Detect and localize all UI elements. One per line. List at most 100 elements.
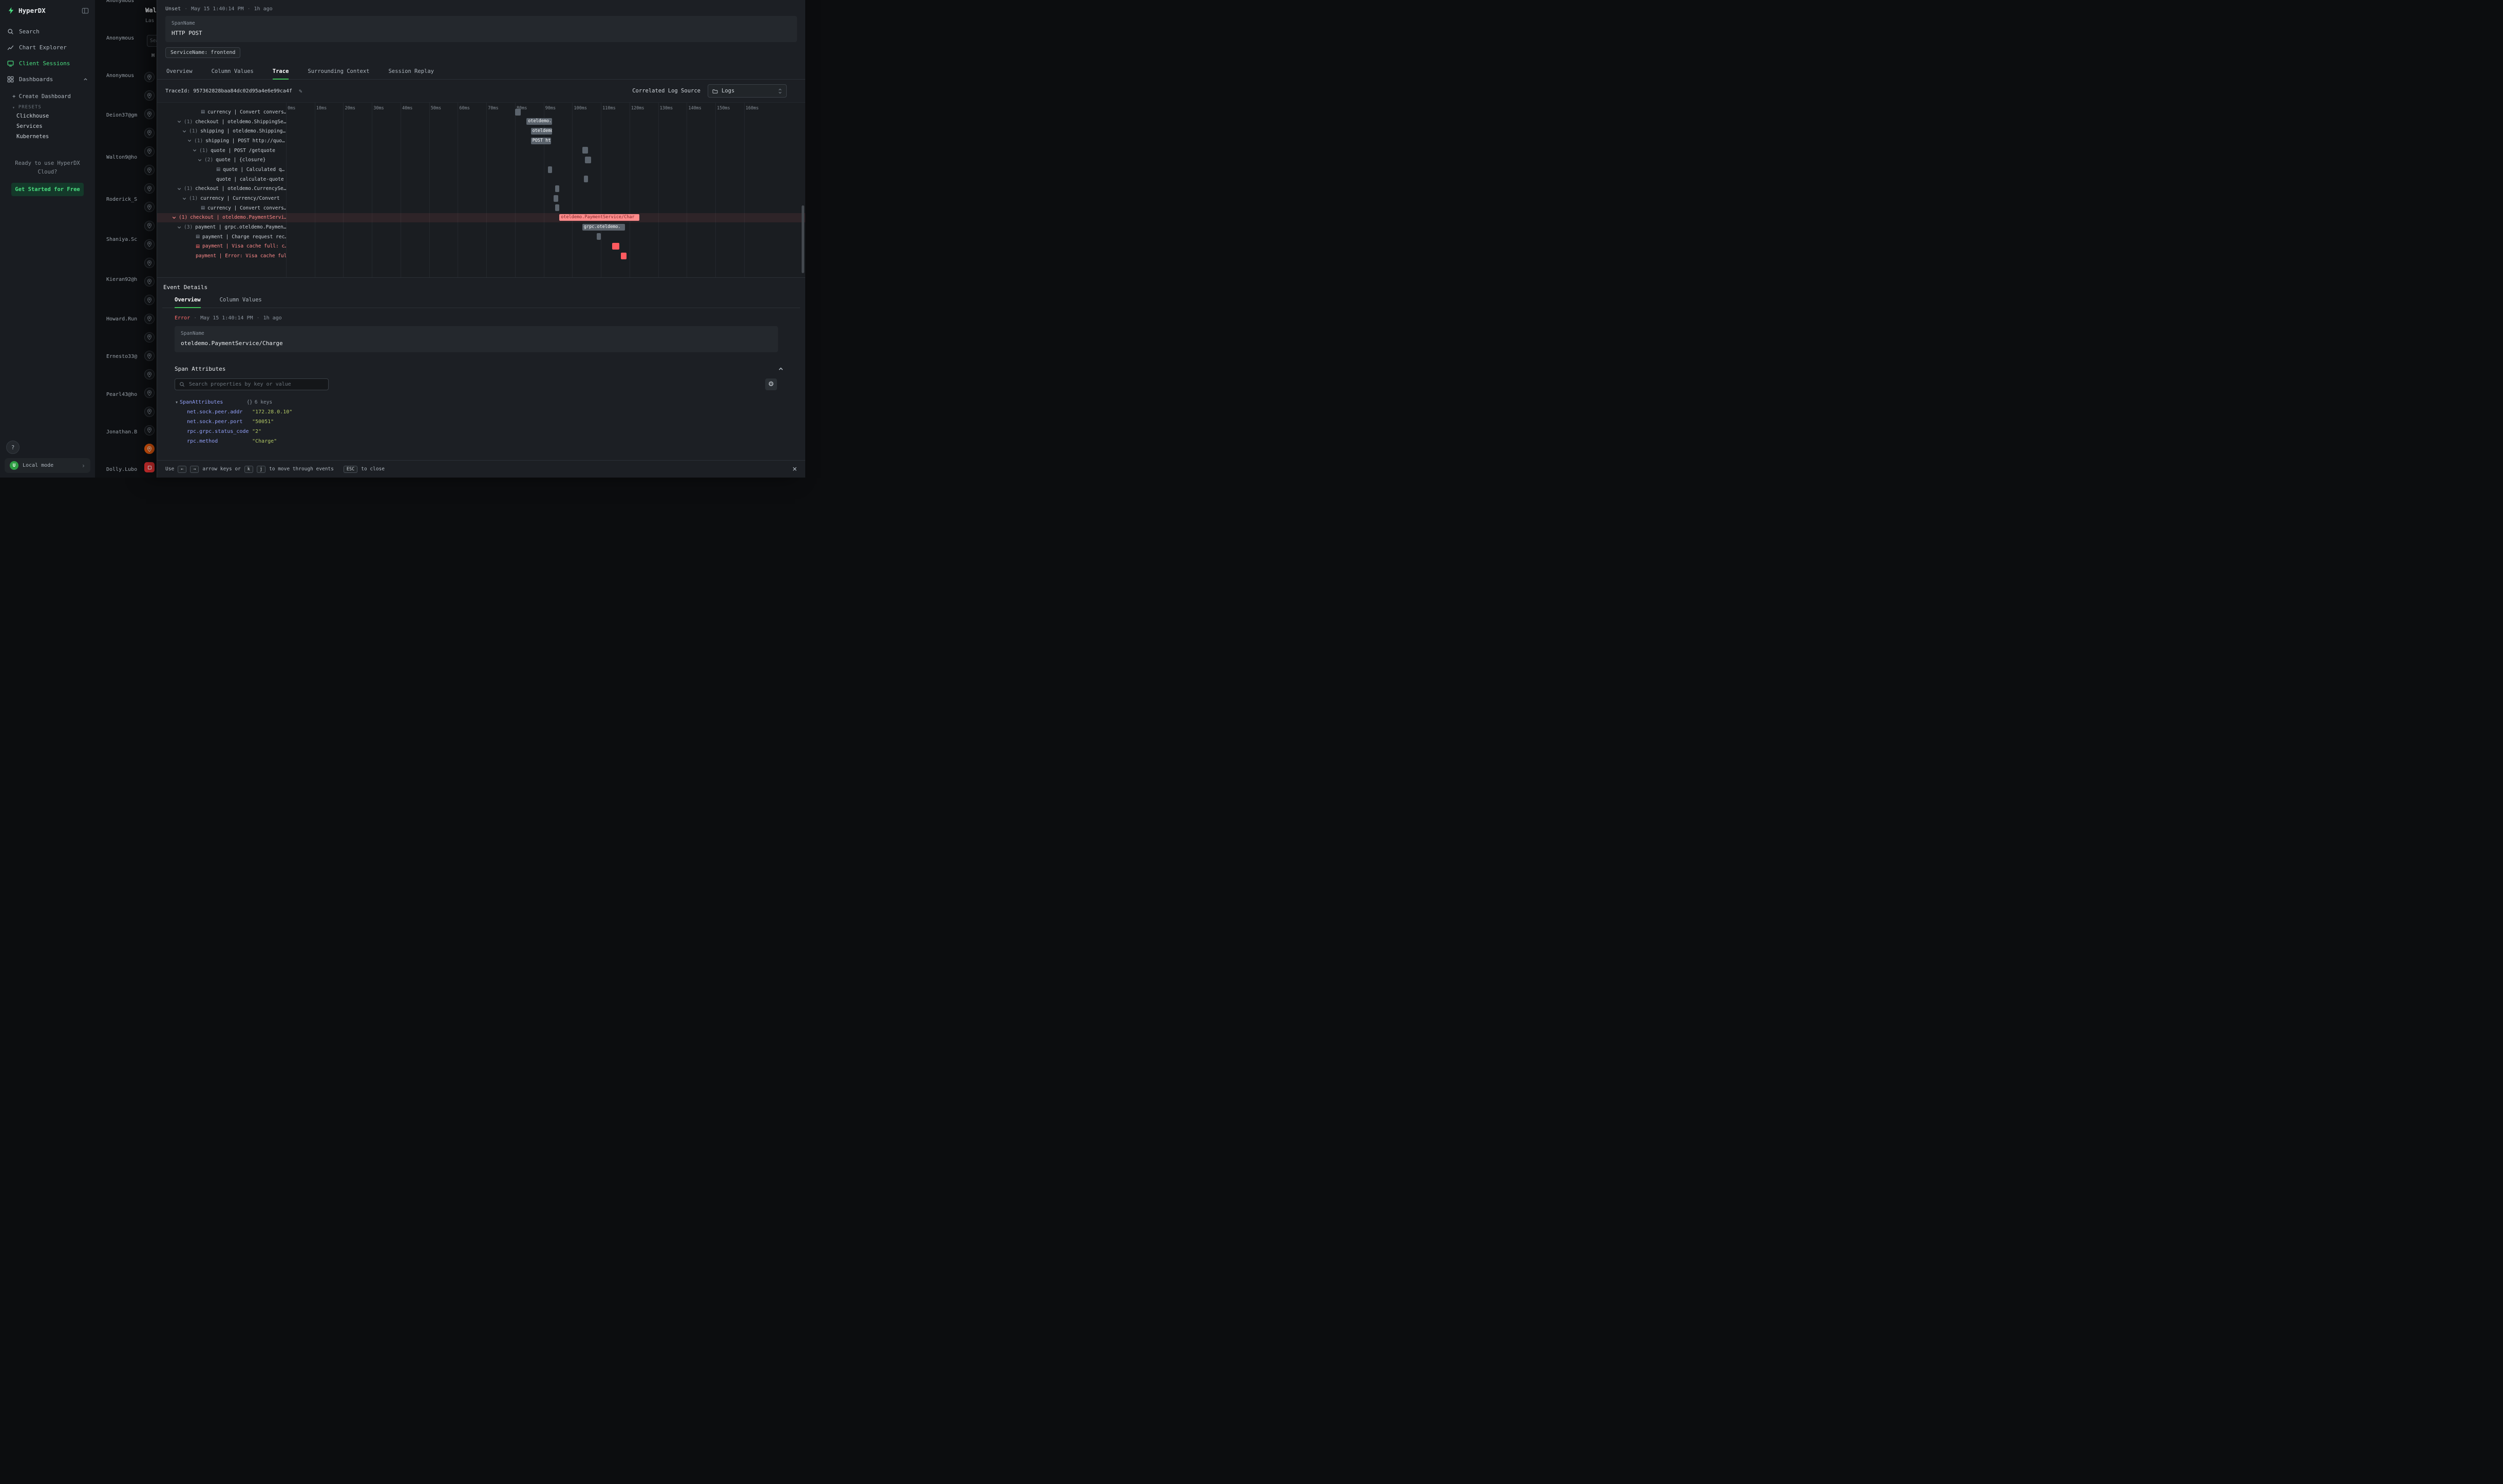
event-pin-icon[interactable] (144, 276, 155, 287)
attribute-search-input[interactable] (188, 381, 324, 388)
trace-span-row[interactable]: ▤payment | Visa cache full: c… (157, 242, 790, 252)
tab-surrounding-context[interactable]: Surrounding Context (308, 64, 369, 79)
tab-column-values[interactable]: Column Values (220, 297, 262, 308)
attribute-key[interactable]: net.sock.peer.addr (187, 409, 252, 415)
event-pin-icon[interactable] (144, 165, 155, 175)
chevron-down-icon[interactable] (177, 225, 181, 230)
span-duration-bar[interactable]: POST ht (531, 138, 551, 144)
trace-span-row[interactable]: (1)checkout | oteldemo.ShippingSe…otelde… (157, 117, 790, 127)
span-duration-bar[interactable] (597, 233, 601, 240)
trace-span-row[interactable]: quote | calculate-quote (157, 175, 790, 184)
log-source-select[interactable]: Logs (708, 84, 787, 98)
trace-span-row[interactable]: (1)checkout | oteldemo.PaymentServi…otel… (157, 213, 790, 223)
event-pin-icon[interactable] (144, 351, 155, 361)
span-duration-bar[interactable] (584, 176, 588, 182)
chevron-down-icon[interactable] (182, 129, 186, 134)
scrollbar[interactable] (802, 205, 804, 273)
event-pin-icon[interactable] (144, 239, 155, 250)
sidebar-item-kubernetes[interactable]: Kubernetes (12, 131, 90, 142)
attribute-key[interactable]: rpc.grpc.status_code (187, 429, 252, 434)
presets-toggle[interactable]: ▾ PRESETS (12, 102, 90, 111)
trace-span-row[interactable]: payment | Error: Visa cache ful… (157, 251, 790, 261)
event-pin-icon[interactable] (144, 369, 155, 379)
span-duration-bar[interactable] (621, 253, 627, 259)
event-pin-icon[interactable] (144, 332, 155, 343)
attribute-row[interactable]: net.sock.peer.port"50051" (176, 419, 786, 425)
attribute-row[interactable]: rpc.grpc.status_code"2" (176, 429, 786, 434)
span-duration-bar[interactable] (582, 147, 588, 154)
sidebar-item-services[interactable]: Services (12, 121, 90, 131)
tab-column-values[interactable]: Column Values (212, 64, 254, 79)
chevron-up-icon[interactable] (83, 77, 88, 82)
chevron-down-icon[interactable] (193, 148, 197, 153)
event-pin-icon[interactable] (144, 221, 155, 231)
get-started-button[interactable]: Get Started for Free (11, 183, 84, 196)
sidebar-item-clickhouse[interactable]: Clickhouse (12, 111, 90, 121)
close-icon[interactable]: × (792, 465, 797, 473)
span-duration-bar[interactable] (612, 243, 619, 250)
event-pin-icon[interactable] (144, 90, 155, 101)
session-search-input[interactable]: Sea (147, 35, 157, 47)
chevron-down-icon[interactable] (198, 158, 202, 162)
collapse-section-icon[interactable] (778, 366, 784, 372)
session-list-item[interactable]: Anonymous (106, 0, 156, 4)
sidebar-item-chart-explorer[interactable]: Chart Explorer (0, 40, 95, 55)
local-mode-bar[interactable]: U Local mode › (5, 458, 90, 473)
service-name-tag[interactable]: ServiceName: frontend (165, 47, 240, 58)
span-duration-bar[interactable]: oteldemo.PaymentService/Char (559, 214, 639, 221)
span-duration-bar[interactable] (515, 109, 521, 116)
event-highlight-icon[interactable] (144, 444, 155, 454)
sidebar-item-dashboards[interactable]: Dashboards (0, 71, 95, 87)
attribute-row[interactable]: net.sock.peer.addr"172.28.0.10" (176, 409, 786, 415)
attribute-key[interactable]: net.sock.peer.port (187, 419, 252, 425)
event-pin-icon[interactable] (144, 407, 155, 417)
event-error-icon[interactable] (144, 462, 155, 472)
span-duration-bar[interactable] (548, 166, 552, 173)
chevron-down-icon[interactable] (177, 120, 181, 124)
event-pin-icon[interactable] (144, 128, 155, 138)
session-list-item[interactable]: Roderick_S (106, 197, 156, 202)
trace-span-row[interactable]: ▤currency | Convert convers… (157, 203, 790, 213)
event-pin-icon[interactable] (144, 202, 155, 212)
sidebar-item-client-sessions[interactable]: Client Sessions (0, 55, 95, 71)
event-pin-icon[interactable] (144, 314, 155, 324)
span-duration-bar[interactable]: oteldemo. (526, 118, 552, 125)
settings-gear-button[interactable]: ⚙ (765, 378, 777, 390)
event-pin-icon[interactable] (144, 295, 155, 305)
sidebar-item-search[interactable]: Search (0, 24, 95, 40)
attribute-value[interactable]: "50051" (252, 419, 274, 425)
event-pin-icon[interactable] (144, 425, 155, 435)
span-duration-bar[interactable] (555, 204, 559, 211)
attribute-key[interactable]: rpc.method (187, 439, 252, 444)
trace-span-row[interactable]: (1)shipping | POST http://quo…POST ht (157, 136, 790, 146)
event-pin-icon[interactable] (144, 146, 155, 157)
trace-span-row[interactable]: (1)checkout | oteldemo.CurrencySe… (157, 184, 790, 194)
help-button[interactable]: ? (6, 441, 20, 454)
chevron-down-icon[interactable] (182, 197, 186, 201)
event-pin-icon[interactable] (144, 183, 155, 194)
attribute-row[interactable]: rpc.method"Charge" (176, 439, 786, 444)
collapse-sidebar-icon[interactable] (82, 7, 89, 14)
span-duration-bar[interactable]: grpc.oteldemo. (582, 224, 625, 231)
chevron-down-icon[interactable] (187, 139, 192, 143)
tab-session-replay[interactable]: Session Replay (388, 64, 434, 79)
attribute-value[interactable]: "Charge" (252, 439, 277, 444)
trace-span-row[interactable]: (1)quote | POST /getquote (157, 146, 790, 156)
chevron-down-icon[interactable] (177, 187, 181, 191)
span-duration-bar[interactable]: oteldemo (531, 128, 553, 135)
trace-span-row[interactable]: (1)shipping | oteldemo.Shipping…oteldemo (157, 126, 790, 136)
tab-overview[interactable]: Overview (166, 64, 193, 79)
span-duration-bar[interactable] (554, 195, 558, 202)
edit-pencil-icon[interactable]: ✎ (299, 88, 302, 94)
trace-span-row[interactable]: ▤payment | Charge request rec… (157, 232, 790, 242)
trace-span-row[interactable]: ▤currency | Convert convers… (157, 107, 790, 117)
create-dashboard-button[interactable]: + Create Dashboard (12, 91, 90, 102)
event-pin-icon[interactable] (144, 258, 155, 268)
attribute-value[interactable]: "2" (252, 429, 261, 434)
chevron-down-icon[interactable] (172, 216, 176, 220)
event-pin-icon[interactable] (144, 72, 155, 82)
span-duration-bar[interactable] (555, 185, 559, 192)
tab-overview[interactable]: Overview (175, 297, 201, 308)
trace-span-row[interactable]: (1)currency | Currency/Convert (157, 194, 790, 203)
trace-span-row[interactable]: (3)payment | grpc.oteldemo.Paymen…grpc.o… (157, 222, 790, 232)
